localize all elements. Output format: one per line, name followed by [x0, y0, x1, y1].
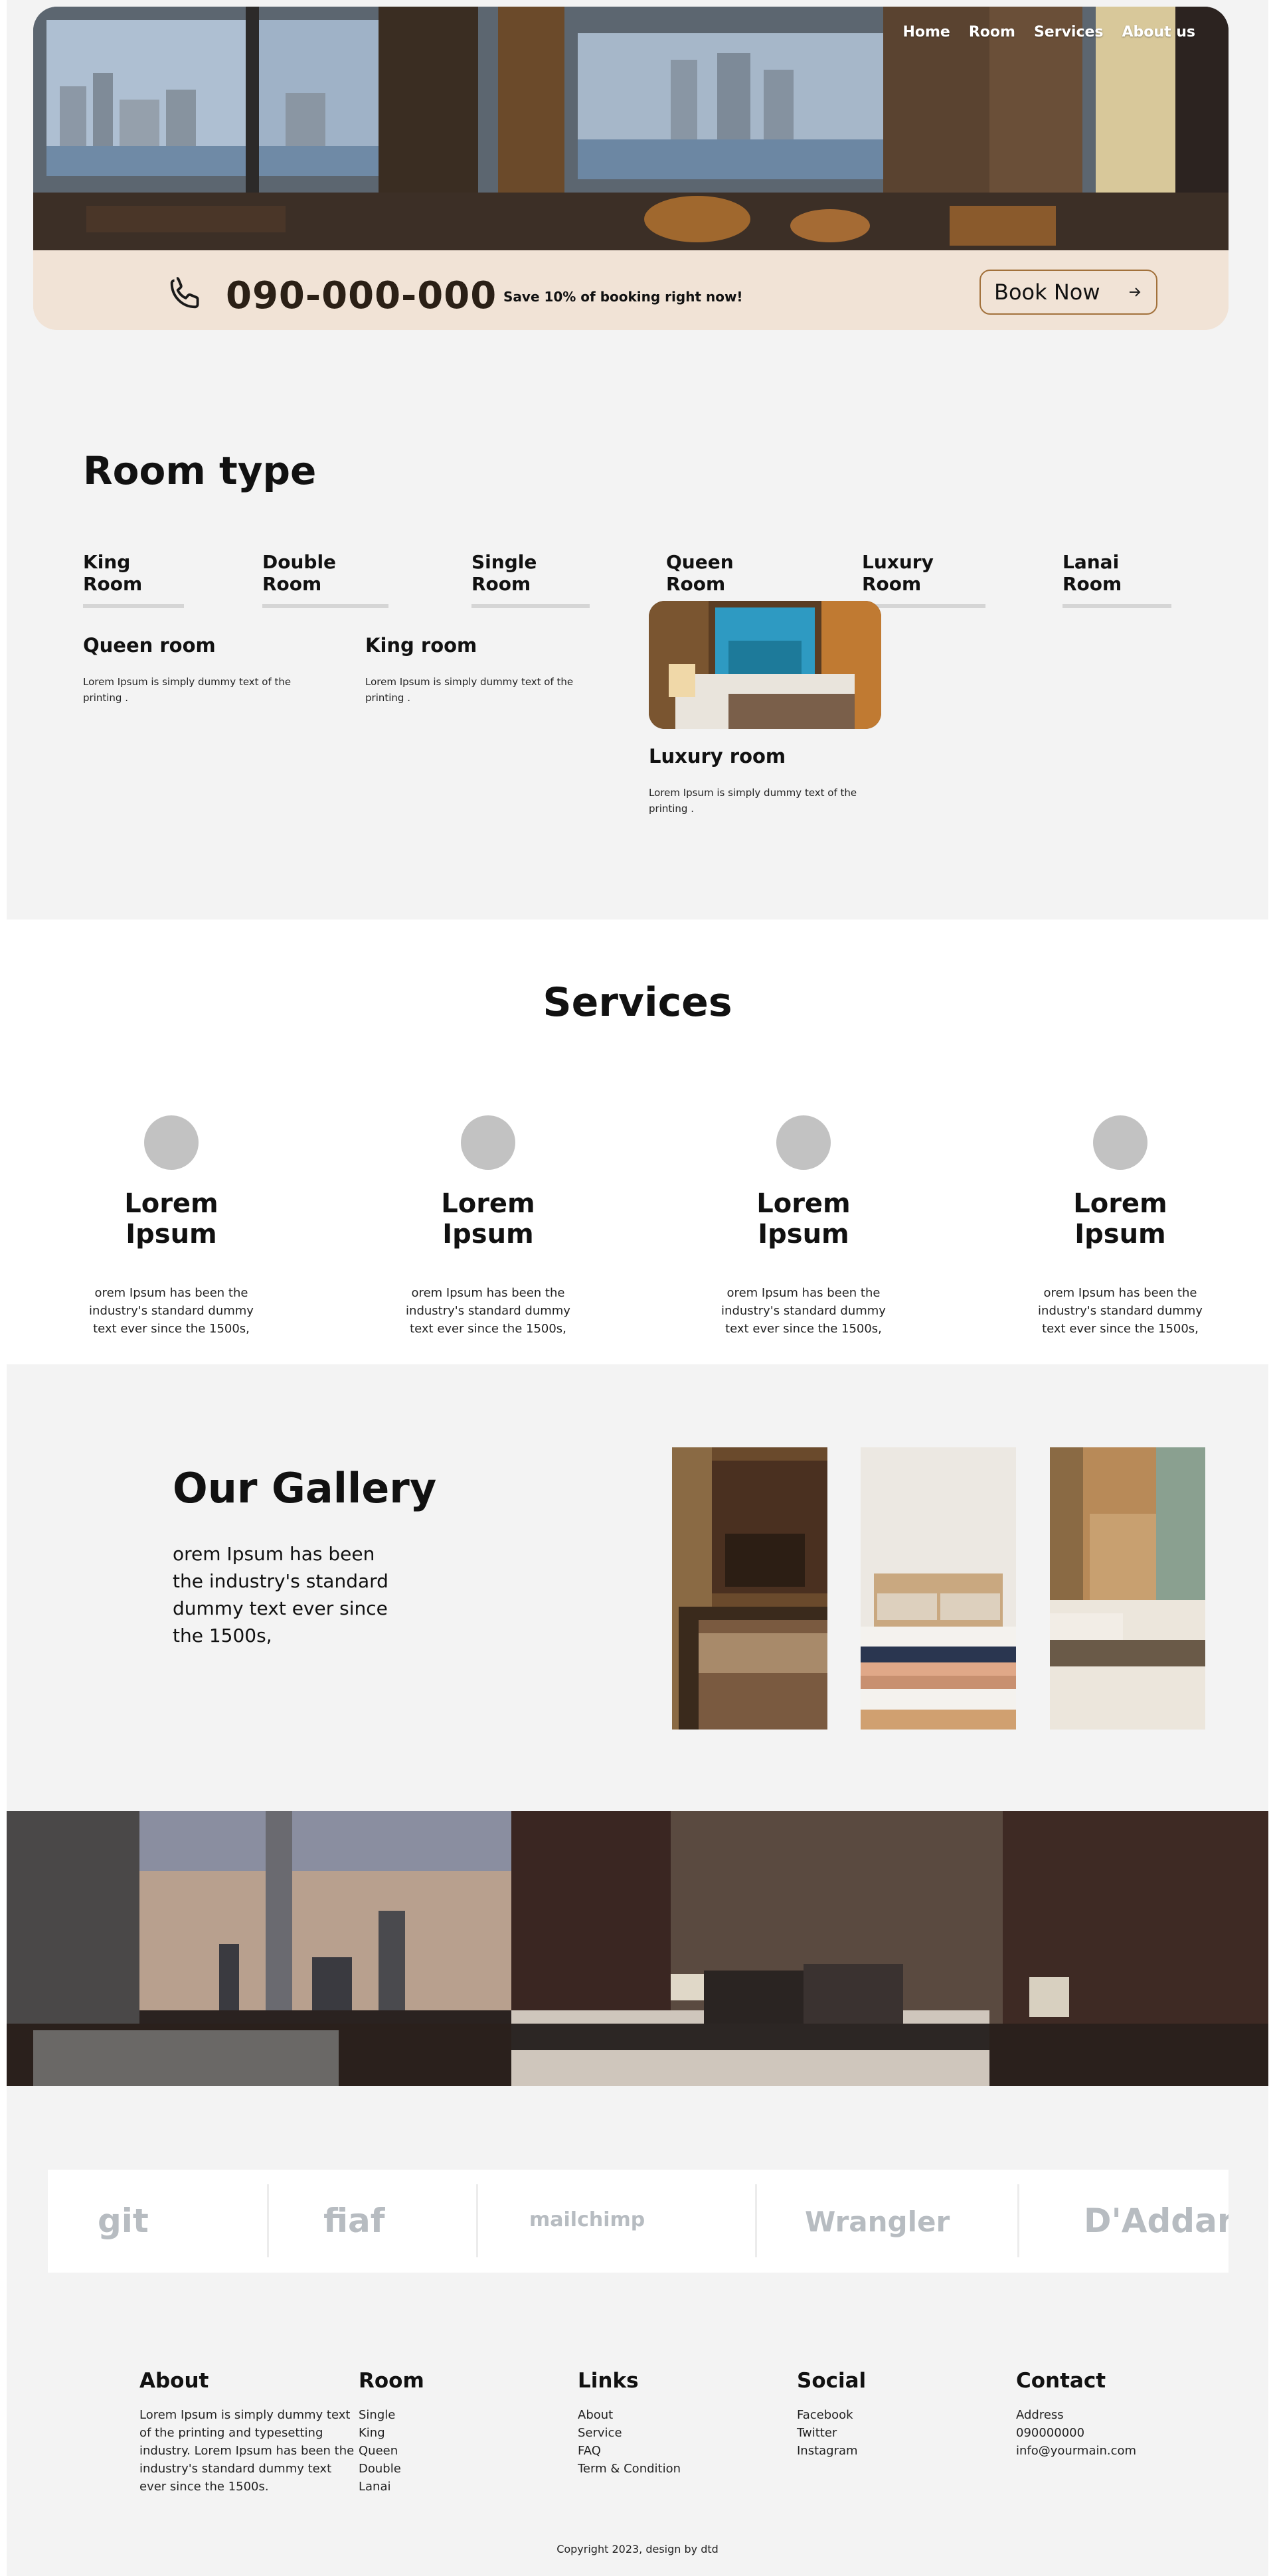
logo-divider — [1017, 2184, 1019, 2257]
room-type-title: Room type — [83, 448, 317, 493]
gallery-text: orem Ipsum has been the industry's stand… — [173, 1543, 388, 1647]
footer-social-title: Social — [797, 2369, 867, 2393]
service-item: Lorem Ipsum orem Ipsum has been the indu… — [395, 1115, 581, 1338]
service-title: Lorem Ipsum — [756, 1188, 851, 1249]
footer-link[interactable]: Single — [359, 2406, 424, 2424]
logo-mailchimp: mailchimp — [529, 2208, 645, 2231]
gallery-image-3[interactable] — [1050, 1447, 1205, 1730]
hero-room-illustration — [33, 7, 1229, 250]
footer-link[interactable]: King — [359, 2424, 424, 2442]
phone-number: 090-000-000 — [226, 274, 497, 317]
footer-about-title: About — [139, 2369, 209, 2393]
booking-bar: 090-000-000 Save 10% of booking right no… — [33, 250, 1229, 330]
footer-contact-item: Address — [1016, 2408, 1064, 2422]
bedroom-banner-photo — [7, 1811, 1268, 2086]
footer-contact: Contact Address 090000000 info@yourmain.… — [1016, 2369, 1136, 2460]
service-title: Lorem Ipsum — [441, 1188, 535, 1249]
footer-link[interactable]: Queen — [359, 2442, 424, 2460]
footer-links: Links About Service FAQ Term & Condition — [578, 2369, 681, 2478]
service-text: orem Ipsum has been the industry's stand… — [721, 1286, 886, 1336]
logo-fiaf: fiaf — [323, 2202, 385, 2240]
logo-daddario: D'Addario — [1084, 2202, 1229, 2240]
tab-lanai-room[interactable]: Lanai Room — [1062, 551, 1171, 608]
room-card-text: Lorem Ipsum is simply dummy text of the … — [83, 676, 292, 704]
hero-photo: Home Room Services About us — [33, 7, 1229, 250]
nav-home[interactable]: Home — [902, 24, 950, 40]
room-card-luxury[interactable]: Luxury room Lorem Ipsum is simply dummy … — [649, 601, 881, 817]
services-section: Services Lorem Ipsum orem Ipsum has been… — [7, 920, 1268, 1364]
footer-social: Social Facebook Twitter Instagram — [797, 2369, 866, 2460]
nav-room[interactable]: Room — [969, 24, 1015, 40]
footer-link[interactable]: Twitter — [797, 2424, 866, 2442]
service-item: Lorem Ipsum orem Ipsum has been the indu… — [78, 1115, 264, 1338]
book-now-button[interactable]: Book Now — [979, 270, 1157, 315]
footer-about-text: Lorem Ipsum is simply dummy text of the … — [139, 2408, 355, 2494]
room-card-title: King room — [365, 634, 477, 657]
footer-room: Room Single King Queen Double Lanai — [359, 2369, 424, 2496]
footer-room-title: Room — [359, 2369, 424, 2393]
footer-link[interactable]: Instagram — [797, 2442, 866, 2460]
room-card-title: Queen room — [83, 634, 216, 657]
logo-wrangler: Wrangler — [805, 2206, 950, 2238]
gallery-image-1[interactable] — [672, 1447, 827, 1730]
footer-link[interactable]: Double — [359, 2460, 424, 2478]
partner-logos: git fiaf mailchimp Wrangler D'Addario — [48, 2170, 1229, 2273]
footer-link[interactable]: Service — [578, 2424, 681, 2442]
luxury-room-photo — [649, 601, 881, 729]
room-card-queen[interactable]: Queen room Lorem Ipsum is simply dummy t… — [83, 634, 315, 706]
footer-links-title: Links — [578, 2369, 639, 2393]
service-title: Lorem Ipsum — [1073, 1188, 1167, 1249]
logo-divider — [476, 2184, 478, 2257]
tab-single-room[interactable]: Single Room — [471, 551, 590, 608]
nav-services[interactable]: Services — [1034, 24, 1104, 40]
service-icon — [461, 1115, 515, 1170]
arrow-right-icon — [1130, 287, 1141, 297]
service-item: Lorem Ipsum orem Ipsum has been the indu… — [1027, 1115, 1213, 1338]
footer-link[interactable]: About — [578, 2406, 681, 2424]
service-item: Lorem Ipsum orem Ipsum has been the indu… — [711, 1115, 896, 1338]
footer-contact-item[interactable]: info@yourmain.com — [1016, 2442, 1136, 2460]
book-now-label: Book Now — [994, 280, 1100, 305]
gallery-title: Our Gallery — [173, 1464, 437, 1512]
service-icon — [144, 1115, 199, 1170]
gallery-image-2[interactable] — [861, 1447, 1016, 1730]
services-title: Services — [543, 979, 732, 1026]
footer-contact-item: 090000000 — [1016, 2426, 1085, 2440]
room-card-title: Luxury room — [649, 745, 786, 767]
tab-king-room[interactable]: King Room — [83, 551, 184, 608]
room-card-text: Lorem Ipsum is simply dummy text of the … — [649, 787, 857, 815]
service-text: orem Ipsum has been the industry's stand… — [89, 1286, 254, 1336]
footer-link[interactable]: Facebook — [797, 2406, 866, 2424]
copyright: Copyright 2023, design by dtd — [556, 2543, 719, 2555]
hero-section: Home Room Services About us 090-000-000 … — [33, 7, 1229, 330]
footer-link[interactable]: FAQ — [578, 2442, 681, 2460]
tab-luxury-room[interactable]: Luxury Room — [862, 551, 985, 608]
promo-text: Save 10% of booking right now! — [503, 289, 743, 305]
footer-link[interactable]: Term & Condition — [578, 2460, 681, 2478]
nav-about-us[interactable]: About us — [1122, 24, 1195, 40]
footer-contact-title: Contact — [1016, 2369, 1106, 2393]
service-icon — [1093, 1115, 1148, 1170]
service-title: Lorem Ipsum — [124, 1188, 218, 1249]
banner-image — [7, 1811, 1268, 2086]
gallery-photo — [1050, 1447, 1205, 1730]
logo-git: git — [98, 2202, 149, 2240]
gallery-photo — [861, 1447, 1016, 1730]
room-card-image — [649, 601, 881, 729]
footer-link[interactable]: Lanai — [359, 2478, 424, 2496]
service-icon — [776, 1115, 831, 1170]
tab-queen-room[interactable]: Queen Room — [666, 551, 786, 608]
logo-divider — [267, 2184, 269, 2257]
footer-about: About Lorem Ipsum is simply dummy text o… — [139, 2369, 355, 2496]
room-tabs: King Room Double Room Single Room Queen … — [83, 551, 1212, 608]
tab-double-room[interactable]: Double Room — [262, 551, 388, 608]
main-nav: Home Room Services About us — [902, 24, 1195, 40]
service-text: orem Ipsum has been the industry's stand… — [1038, 1286, 1203, 1336]
logo-divider — [755, 2184, 757, 2257]
phone-icon — [170, 277, 199, 309]
gallery-photo — [672, 1447, 827, 1730]
room-card-king[interactable]: King room Lorem Ipsum is simply dummy te… — [365, 634, 598, 706]
service-text: orem Ipsum has been the industry's stand… — [406, 1286, 570, 1336]
room-card-text: Lorem Ipsum is simply dummy text of the … — [365, 676, 574, 704]
